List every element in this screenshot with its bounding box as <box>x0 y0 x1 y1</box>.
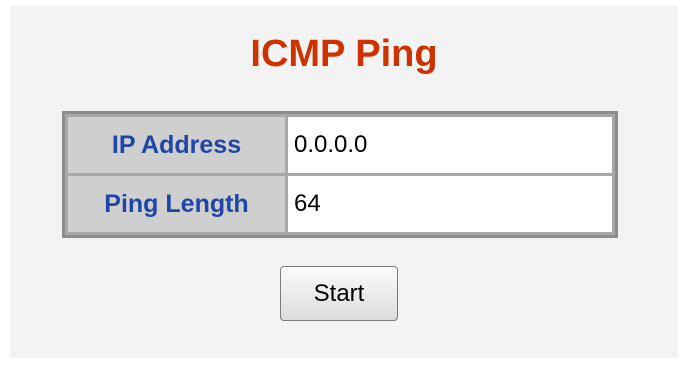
ping-length-label: Ping Length <box>68 176 285 232</box>
ping-panel: ICMP Ping IP Address Ping Length Start <box>10 6 678 358</box>
ping-length-cell <box>288 176 612 232</box>
ping-form-table: IP Address Ping Length <box>62 111 618 238</box>
ip-address-cell <box>288 117 612 173</box>
ip-address-input[interactable] <box>294 131 606 159</box>
ip-address-row: IP Address <box>68 117 612 173</box>
page-title: ICMP Ping <box>250 33 438 75</box>
ip-address-label: IP Address <box>68 117 285 173</box>
ping-length-input[interactable] <box>294 190 606 218</box>
ping-length-row: Ping Length <box>68 176 612 232</box>
start-button[interactable]: Start <box>280 266 398 321</box>
